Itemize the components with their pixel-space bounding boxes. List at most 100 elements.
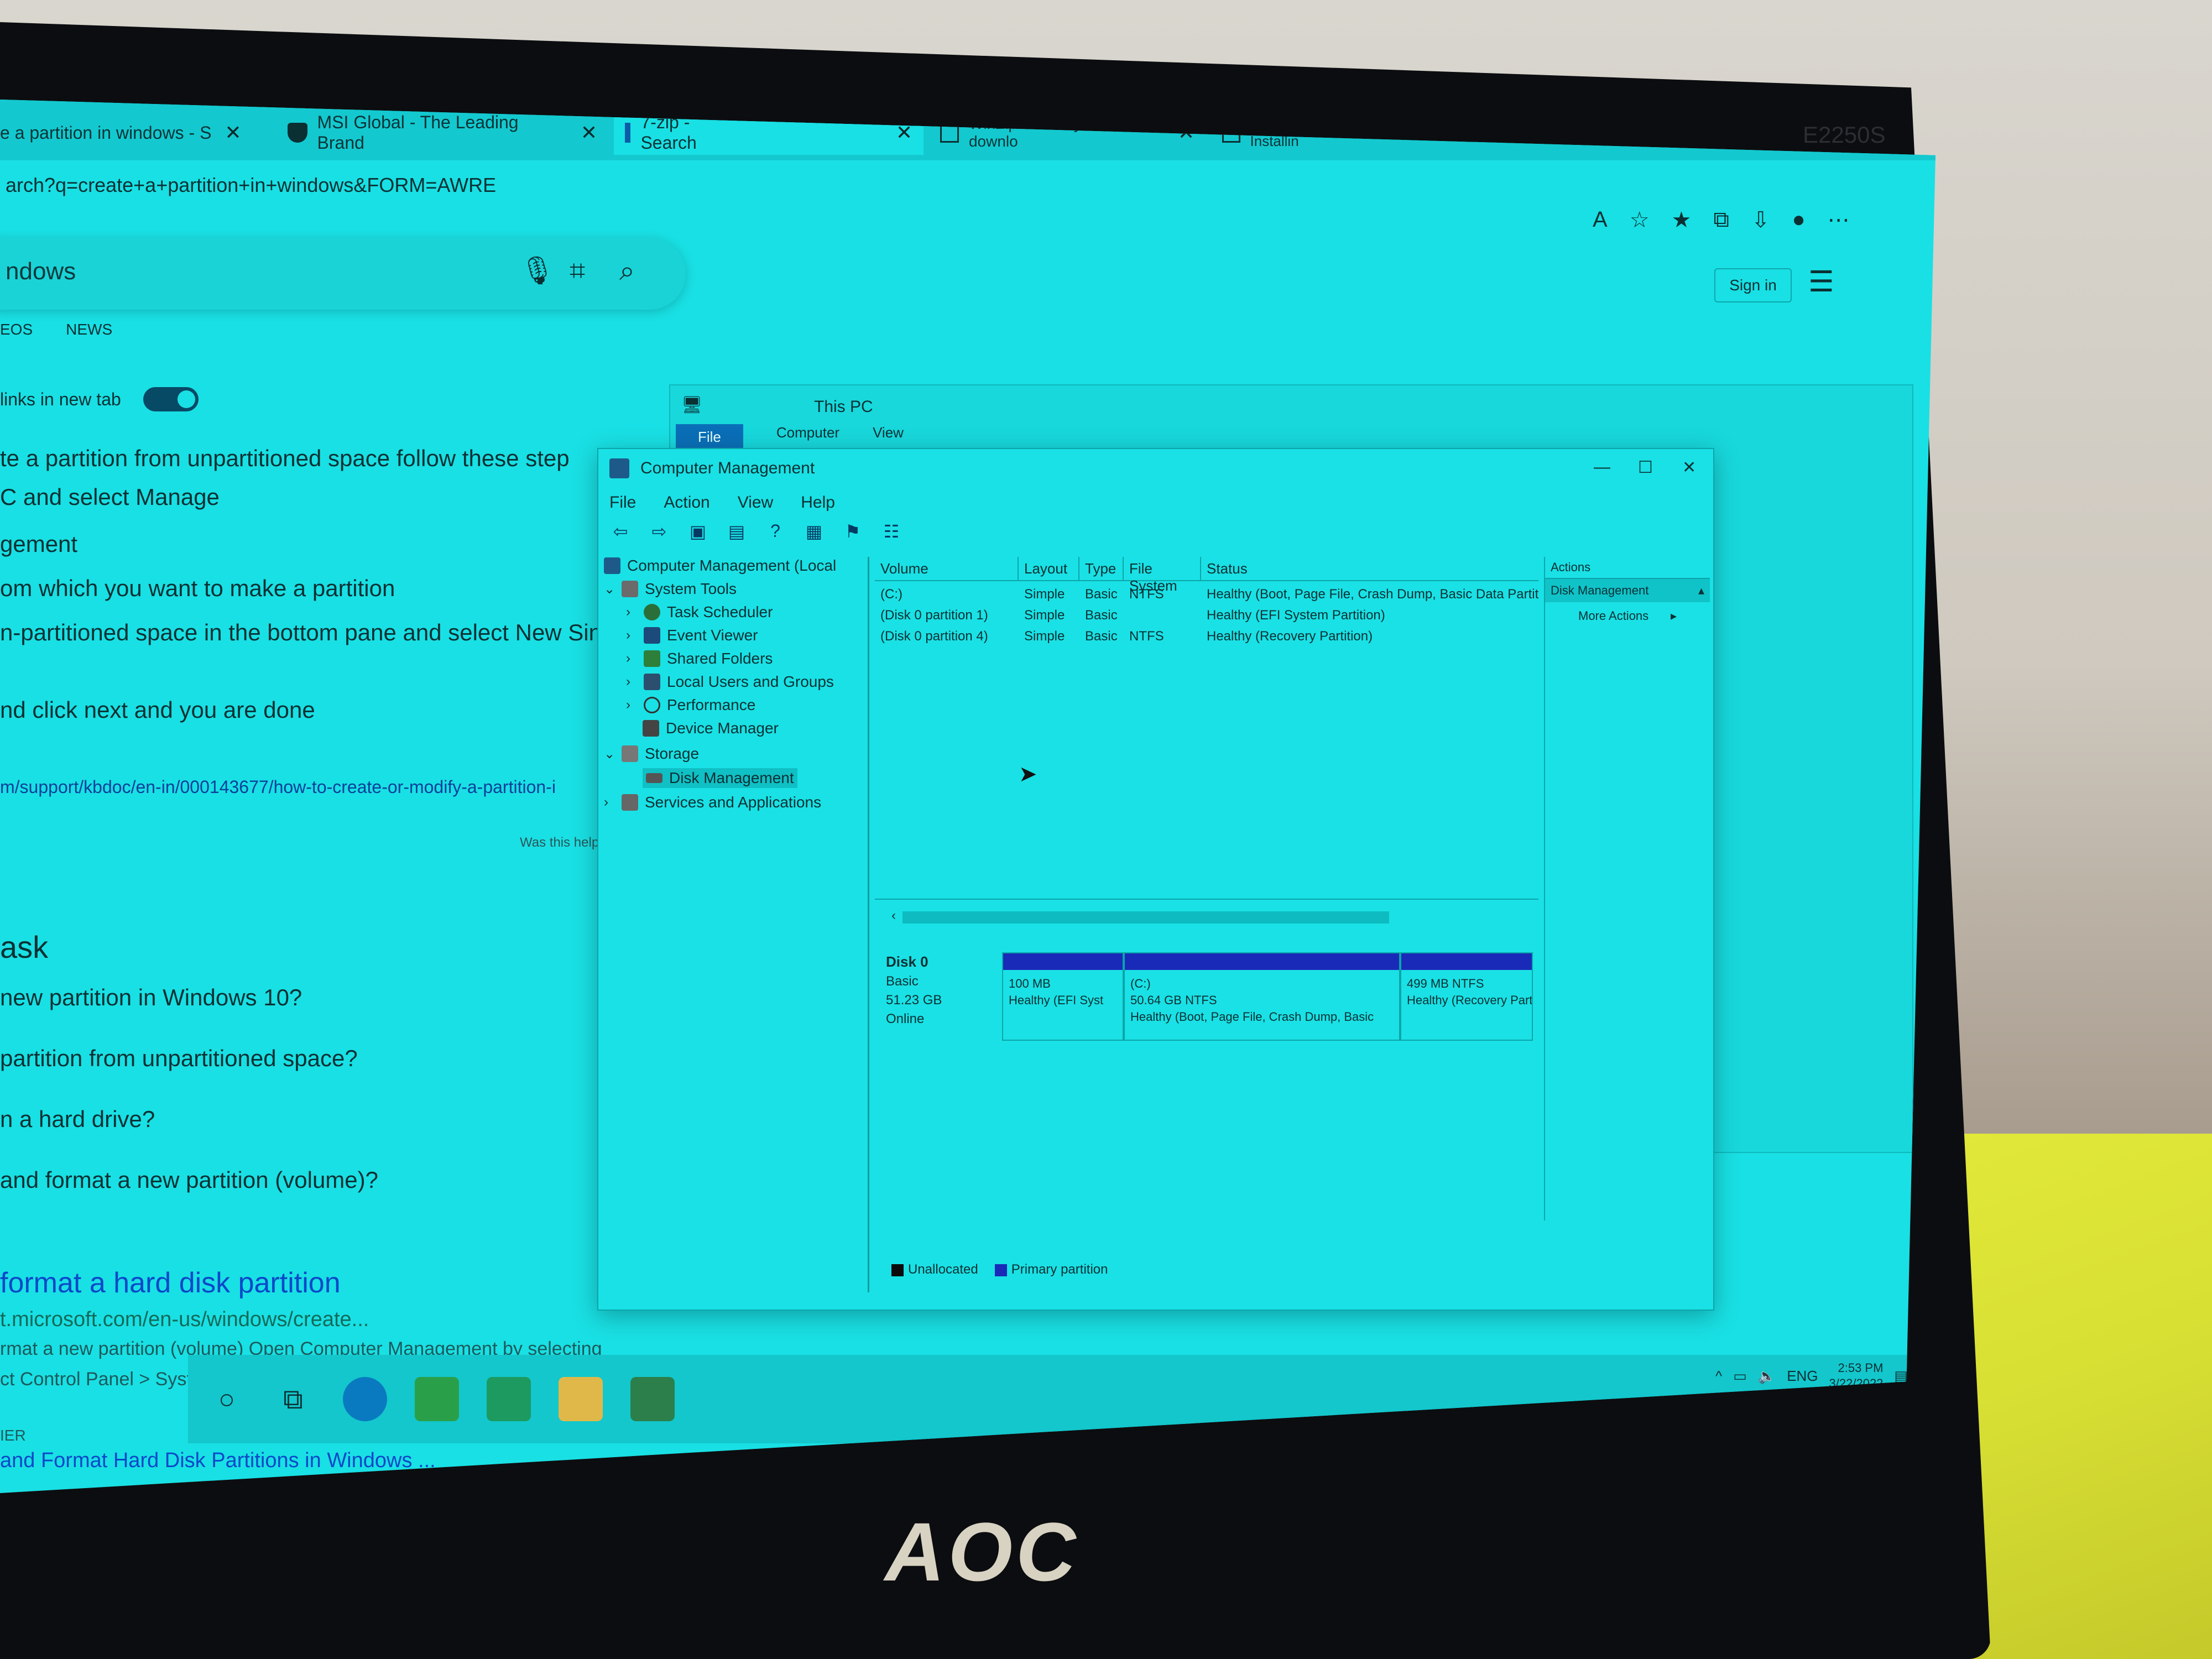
disk-label[interactable]: Disk 0 Basic 51.23 GB Online — [886, 952, 997, 1029]
tree-item-computer-management[interactable]: Computer Management (Local — [604, 557, 836, 575]
download-icon[interactable]: ⇩ — [1751, 207, 1770, 233]
tree-item-task-scheduler[interactable]: › Task Scheduler — [626, 603, 773, 621]
search-query-text: ndows — [6, 258, 76, 285]
minimize-icon[interactable]: — — [1594, 458, 1610, 477]
help-icon[interactable]: ? — [764, 521, 786, 542]
paa-question[interactable]: new partition in Windows 10? — [0, 984, 302, 1011]
partition-block-c[interactable]: (C:) 50.64 GB NTFS Healthy (Boot, Page F… — [1124, 952, 1400, 1041]
tree-item-device-manager[interactable]: Device Manager — [643, 719, 779, 737]
close-icon[interactable]: ✕ — [225, 121, 241, 144]
tree-item-event-viewer[interactable]: › Event Viewer — [626, 627, 758, 644]
open-links-toggle[interactable] — [143, 387, 199, 411]
tree-item-disk-management[interactable]: Disk Management — [643, 768, 797, 788]
more-result-link[interactable]: and Format Hard Disk Partitions in Windo… — [0, 1449, 436, 1473]
actions-section-disk-management[interactable]: Disk Management ▴ — [1545, 579, 1710, 602]
up-folder-icon[interactable]: ▣ — [687, 521, 709, 542]
task-view-icon[interactable]: ⧉ — [271, 1377, 315, 1421]
disk-type: Basic — [886, 974, 919, 989]
paa-question[interactable]: partition from unpartitioned space? — [0, 1045, 358, 1072]
menu-file[interactable]: File — [609, 493, 636, 512]
partition-status: Healthy (EFI Syst — [1009, 993, 1104, 1007]
more-actions-item[interactable]: More Actions ▸ — [1545, 602, 1710, 630]
paa-question[interactable]: and format a new partition (volume)? — [0, 1167, 378, 1193]
search-icon[interactable]: ⌕ — [619, 254, 635, 287]
chevron-right-icon[interactable]: › — [626, 697, 637, 713]
nav-tab-videos[interactable]: EOS — [0, 321, 33, 338]
chevron-right-icon[interactable]: › — [626, 674, 637, 690]
file-explorer-icon[interactable] — [559, 1377, 603, 1421]
computer-management-taskbar-icon[interactable] — [630, 1377, 675, 1421]
maximize-icon[interactable]: ☐ — [1638, 458, 1653, 477]
computer-management-window[interactable]: Computer Management — ☐ ✕ File Action Vi… — [597, 448, 1714, 1311]
chevron-right-icon[interactable]: › — [626, 628, 637, 643]
quick-access-toolbar: 🖥 — [681, 395, 702, 415]
menu-action[interactable]: Action — [664, 493, 709, 512]
volume-row[interactable]: (Disk 0 partition 4) Simple Basic NTFS H… — [875, 628, 1538, 648]
store-icon[interactable] — [415, 1377, 459, 1421]
legend-unallocated: Unallocated — [891, 1262, 978, 1277]
network-icon[interactable]: ▭ — [1733, 1368, 1747, 1385]
answer-source-link[interactable]: m/support/kbdoc/en-in/000143677/how-to-c… — [0, 777, 556, 797]
volume-row[interactable]: (C:) Simple Basic NTFS Healthy (Boot, Pa… — [875, 586, 1538, 606]
tree-item-storage[interactable]: ⌄ Storage — [604, 745, 699, 763]
address-bar[interactable]: arch?q=create+a+partition+in+windows&FOR… — [0, 166, 1604, 205]
edge-browser-icon[interactable] — [343, 1377, 387, 1421]
profile-avatar-icon[interactable]: ● — [1792, 207, 1805, 233]
language-indicator[interactable]: ENG — [1787, 1368, 1818, 1385]
scrollbar-thumb[interactable] — [902, 911, 1389, 924]
favorite-star-icon[interactable]: ☆ — [1630, 207, 1650, 233]
chevron-up-icon[interactable]: ▴ — [1698, 583, 1704, 598]
chevron-right-icon[interactable]: › — [626, 651, 637, 666]
list-view-icon[interactable]: ☷ — [880, 521, 902, 542]
volume-row[interactable]: (Disk 0 partition 1) Simple Basic Health… — [875, 607, 1538, 627]
back-arrow-icon[interactable]: ⇦ — [609, 521, 632, 542]
show-hide-tree-icon[interactable]: ▤ — [726, 521, 748, 542]
browser-tab-partition-search[interactable]: e a partition in windows - S ✕ — [0, 111, 254, 155]
close-icon[interactable]: ✕ — [581, 121, 597, 144]
close-icon[interactable]: ✕ — [1682, 458, 1696, 477]
tree-item-system-tools[interactable]: ⌄ System Tools — [604, 580, 737, 598]
result-title-link[interactable]: format a hard disk partition — [0, 1266, 341, 1300]
search-box[interactable]: ndows 🎙 ⌗ ⌕ — [0, 238, 686, 310]
visual-search-icon[interactable]: ⌗ — [570, 254, 585, 287]
properties-icon[interactable]: ▦ — [803, 521, 825, 542]
tree-item-local-users-groups[interactable]: › Local Users and Groups — [626, 673, 834, 691]
more-icon[interactable]: ⋯ — [1828, 207, 1850, 233]
volume-icon[interactable]: 🔈 — [1758, 1368, 1776, 1385]
chevron-right-icon[interactable]: › — [604, 795, 615, 810]
microsoft-store-icon[interactable] — [487, 1377, 531, 1421]
scroll-left-icon[interactable]: ‹ — [891, 908, 896, 924]
search-circle-icon[interactable]: ○ — [205, 1377, 249, 1421]
favorites-icon[interactable]: ★ — [1672, 207, 1692, 233]
hamburger-menu-icon[interactable]: ☰ — [1808, 265, 1834, 299]
read-aloud-icon[interactable]: A — [1593, 207, 1608, 233]
forward-arrow-icon[interactable]: ⇨ — [648, 521, 670, 542]
sign-in-button[interactable]: Sign in — [1714, 268, 1792, 302]
column-header-type[interactable]: Type — [1079, 557, 1124, 580]
tree-item-performance[interactable]: › Performance — [626, 696, 755, 714]
column-header-status[interactable]: Status — [1201, 557, 1538, 580]
column-header-volume[interactable]: Volume — [875, 557, 1019, 580]
volume-name: (C:) — [880, 587, 902, 602]
horizontal-scrollbar[interactable]: ‹ — [891, 908, 1527, 927]
mouse-cursor-icon: ➤ — [1019, 762, 1037, 786]
column-header-file-system[interactable]: File System — [1124, 557, 1201, 594]
tree-item-shared-folders[interactable]: › Shared Folders — [626, 650, 773, 667]
rescan-icon[interactable]: ⚑ — [842, 521, 864, 542]
chevron-down-icon[interactable]: ⌄ — [604, 581, 615, 597]
menu-help[interactable]: Help — [801, 493, 835, 512]
column-header-layout[interactable]: Layout — [1019, 557, 1079, 580]
paa-question[interactable]: n a hard drive? — [0, 1106, 155, 1133]
chevron-down-icon[interactable]: ⌄ — [604, 746, 615, 762]
microphone-icon[interactable]: 🎙 — [520, 254, 555, 287]
volume-name: (Disk 0 partition 1) — [880, 608, 988, 623]
nav-tab-news[interactable]: NEWS — [66, 321, 112, 338]
chevron-up-icon[interactable]: ^ — [1715, 1368, 1722, 1385]
partition-block-efi[interactable]: 100 MB Healthy (EFI Syst — [1002, 952, 1124, 1041]
browser-tab-msi[interactable]: MSI Global - The Leading Brand ✕ — [276, 111, 608, 155]
tree-item-services-applications[interactable]: › Services and Applications — [604, 794, 821, 811]
collections-icon[interactable]: ⧉ — [1713, 207, 1729, 233]
chevron-right-icon[interactable]: › — [626, 604, 637, 620]
partition-block-recovery[interactable]: 499 MB NTFS Healthy (Recovery Parti — [1400, 952, 1533, 1041]
menu-view[interactable]: View — [738, 493, 773, 512]
